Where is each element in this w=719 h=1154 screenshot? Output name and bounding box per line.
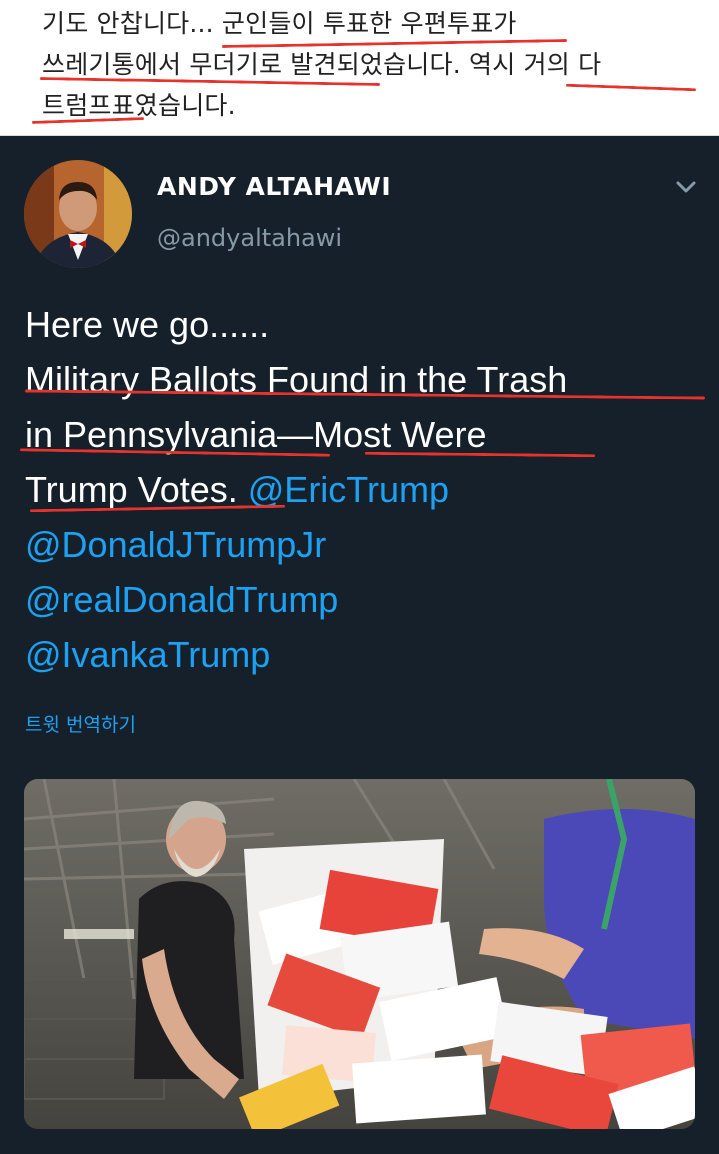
display-name[interactable]: ANDY ALTAHAWI (157, 172, 391, 201)
tweet-line-text: Trump Votes. (25, 469, 238, 510)
ballots-photo (24, 779, 695, 1129)
tweet-photo[interactable] (24, 779, 695, 1129)
avatar[interactable] (24, 160, 132, 268)
caption-panel: 기도 안찹니다... 군인들이 투표한 우편투표가 쓰레기통에서 무더기로 발견… (0, 0, 719, 136)
caption-line-2: 쓰레기통에서 무더기로 발견되었습니다. 역시 거의 다 (42, 50, 602, 79)
mention-link[interactable]: @EricTrump (248, 469, 449, 510)
mention-link[interactable]: @DonaldJTrumpJr (25, 517, 715, 572)
tweet-text: Here we go...... Military Ballots Found … (25, 297, 715, 682)
chevron-down-icon[interactable] (672, 175, 700, 199)
caption-line-1: 기도 안찹니다... 군인들이 투표한 우편투표가 (42, 9, 517, 38)
avatar-photo (24, 160, 132, 268)
red-underline (565, 83, 697, 92)
tweet-line: Military Ballots Found in the Trash (25, 359, 568, 400)
mention-link[interactable]: @realDonaldTrump (25, 572, 715, 627)
tweet-card: ANDY ALTAHAWI @andyaltahawi Here we go..… (0, 137, 719, 1154)
user-handle[interactable]: @andyaltahawi (157, 224, 342, 252)
translate-tweet-link[interactable]: 트윗 번역하기 (25, 710, 136, 737)
tweet-line: Here we go...... (25, 304, 270, 345)
mention-link[interactable]: @IvankaTrump (25, 627, 715, 682)
